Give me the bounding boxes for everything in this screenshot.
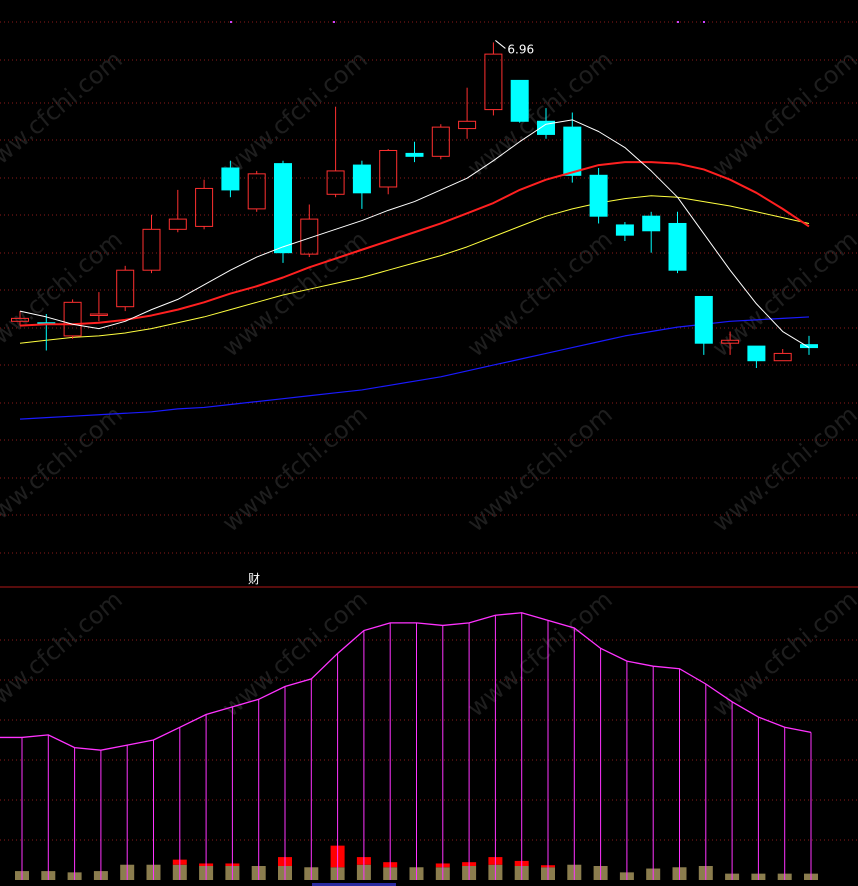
- candle-down: [615, 224, 634, 236]
- top-marker: [703, 21, 705, 23]
- candle-down: [642, 215, 661, 232]
- chart-background: [0, 0, 858, 886]
- candle-down: [589, 174, 608, 217]
- candle-down: [747, 345, 766, 362]
- peak-price-label: 6.96: [507, 42, 534, 56]
- candle-down: [352, 164, 371, 194]
- candle-down: [668, 222, 687, 271]
- candle-down: [694, 295, 713, 344]
- candle-down: [405, 152, 424, 157]
- top-marker: [333, 21, 335, 23]
- stock-chart: www.cfchi.com www.cfchi.com www.cfchi.com w…: [0, 0, 858, 886]
- candle-down: [274, 163, 292, 254]
- top-marker: [677, 21, 679, 23]
- indicator-label: 财: [248, 572, 260, 586]
- top-marker: [230, 21, 232, 23]
- candle-down: [510, 79, 529, 122]
- candle-down: [563, 126, 582, 176]
- candle-down: [221, 167, 240, 191]
